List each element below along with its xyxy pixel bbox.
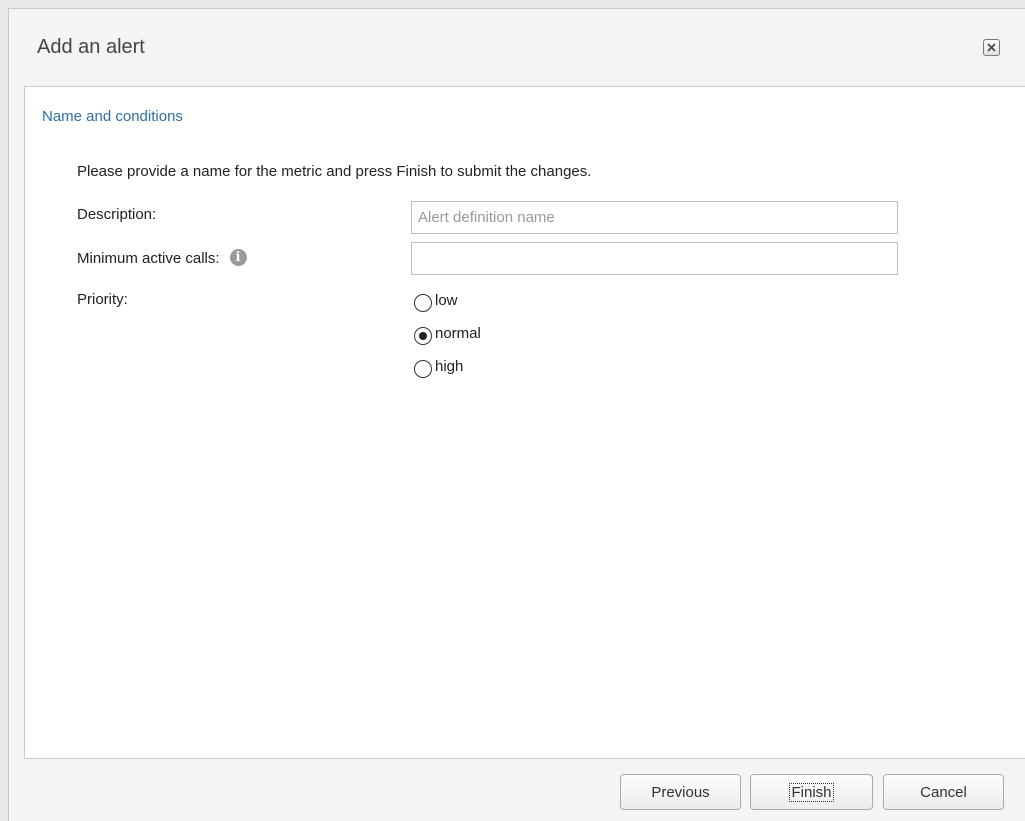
section-title: Name and conditions [42, 108, 183, 125]
finish-button-label: Finish [789, 782, 834, 802]
radio-label-normal: normal [435, 325, 481, 342]
instruction-text: Please provide a name for the metric and… [77, 163, 592, 180]
min-active-calls-label: Minimum active calls: [77, 250, 220, 267]
previous-button[interactable]: Previous [620, 774, 741, 810]
dialog-content: Name and conditions Please provide a nam… [24, 86, 1025, 759]
close-button[interactable] [983, 39, 1000, 56]
min-active-calls-label-row: Minimum active calls: i [77, 249, 247, 267]
priority-label: Priority: [77, 291, 128, 308]
priority-option-normal[interactable]: normal [414, 325, 481, 345]
priority-option-high[interactable]: high [414, 358, 464, 378]
close-icon [987, 43, 996, 52]
radio-normal[interactable] [414, 327, 432, 345]
min-active-calls-input[interactable] [411, 242, 898, 275]
cancel-button[interactable]: Cancel [883, 774, 1004, 810]
radio-selected-dot [419, 332, 427, 340]
dialog-title: Add an alert [37, 36, 145, 58]
description-input[interactable] [411, 201, 898, 234]
radio-high[interactable] [414, 360, 432, 378]
info-icon[interactable]: i [229, 249, 247, 267]
add-alert-dialog: Add an alert Name and conditions Please … [8, 8, 1025, 821]
radio-label-high: high [435, 358, 464, 375]
radio-label-low: low [435, 292, 458, 309]
dialog-title-bar: Add an alert [9, 9, 1025, 86]
finish-button[interactable]: Finish [750, 774, 873, 810]
description-label: Description: [77, 206, 157, 223]
radio-low[interactable] [414, 294, 432, 312]
priority-option-low[interactable]: low [414, 292, 458, 312]
